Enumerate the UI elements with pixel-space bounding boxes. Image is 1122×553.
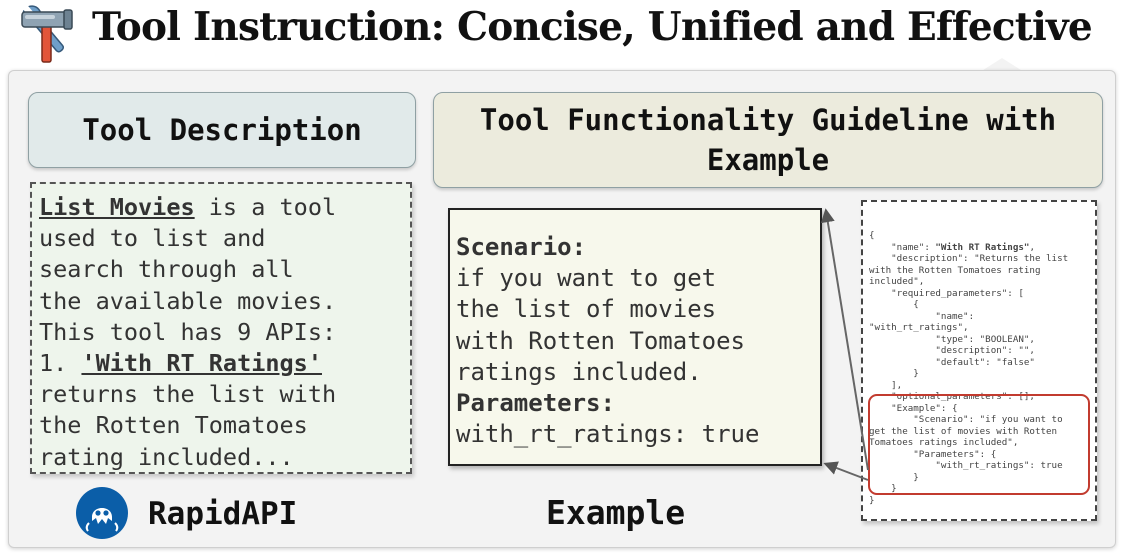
example-box: Scenario: if you want to get the list of…: [448, 208, 822, 466]
page-title: Tool Instruction: Concise, Unified and E…: [92, 4, 1093, 50]
rapidapi-logo-icon: [76, 487, 128, 539]
parameters-text: with_rt_ratings: true: [456, 420, 760, 449]
tool-description-box: List Movies is a tool used to list and s…: [30, 182, 412, 474]
example-label: Example: [546, 493, 686, 532]
scenario-text: if you want to get the list of movies wi…: [456, 264, 745, 386]
hammer-wrench-icon: [21, 4, 73, 63]
tool-description-heading: Tool Description: [28, 92, 416, 168]
tool-name: List Movies: [39, 193, 195, 221]
json-name-value: "With RT Ratings": [935, 241, 1030, 253]
json-head: { "name":: [869, 230, 930, 253]
description-tail: returns the list with the Rotten Tomatoe…: [39, 380, 337, 471]
parameters-label: Parameters:: [456, 389, 615, 418]
scenario-label: Scenario:: [456, 233, 587, 261]
rapidapi-label: RapidAPI: [148, 496, 298, 532]
api-name: 'With RT Ratings': [81, 349, 322, 378]
guideline-heading: Tool Functionality Guideline with Exampl…: [433, 92, 1103, 188]
example-highlight: [868, 394, 1090, 495]
title-bar: Tool Instruction: Concise, Unified and E…: [0, 0, 1122, 66]
